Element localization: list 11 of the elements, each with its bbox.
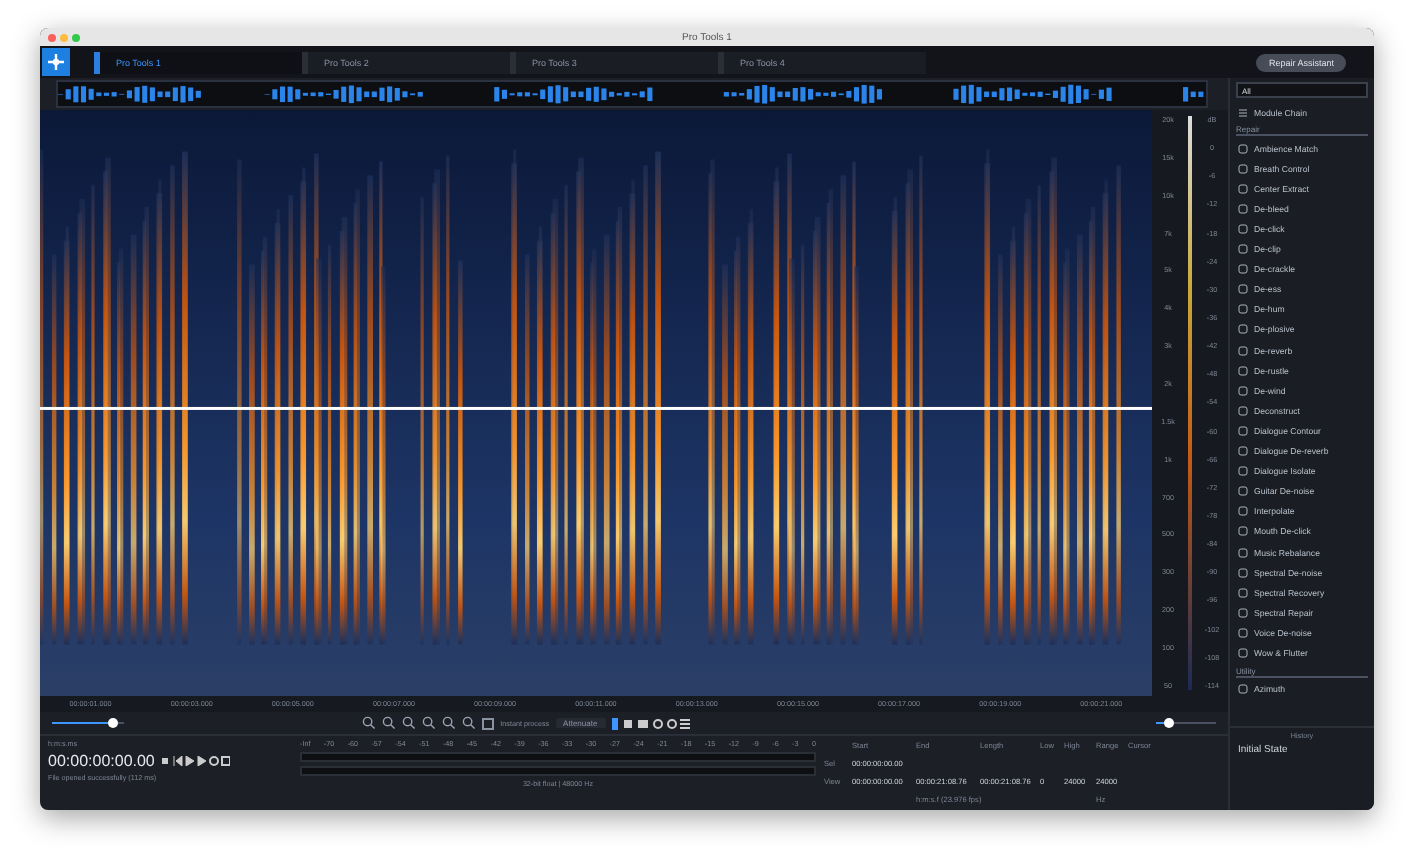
selection-tools-drawing[interactable]: [611, 717, 692, 729]
search-icon[interactable]: [442, 716, 457, 730]
transport-controls-drawing[interactable]: [162, 756, 231, 766]
list-icon: [1238, 107, 1248, 118]
slider-thumb[interactable]: [1163, 717, 1173, 728]
instant-process-checkbox[interactable]: [482, 717, 495, 729]
slider-thumb[interactable]: [108, 717, 119, 728]
module-icon: [1238, 684, 1248, 695]
timecode-display: 00:00:00:00.00: [48, 752, 155, 770]
spectrogram-drawing[interactable]: [40, 110, 1152, 696]
logo-icon: [42, 48, 70, 76]
